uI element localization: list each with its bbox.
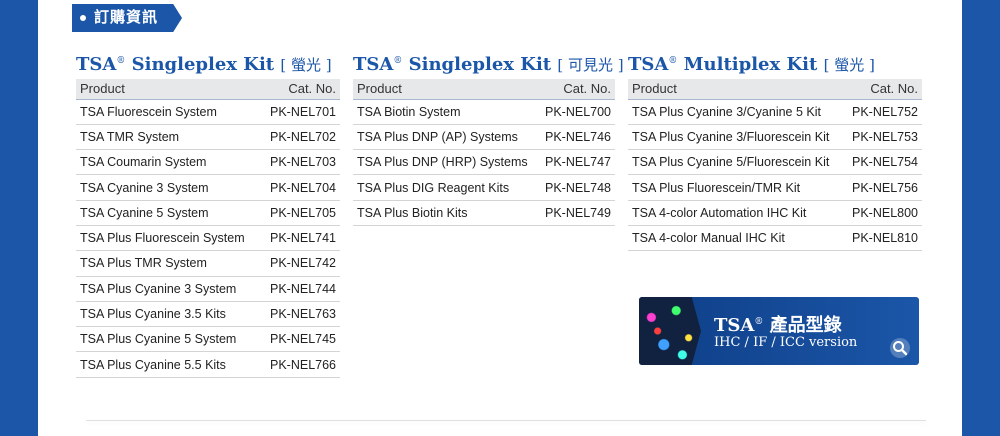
catalog-number: PK-NEL810 bbox=[848, 225, 923, 252]
table-header-row: Product Cat. No. bbox=[353, 79, 616, 100]
header-catno: Cat. No. bbox=[848, 79, 923, 100]
header-product: Product bbox=[628, 79, 848, 100]
catalog-number: PK-NEL766 bbox=[266, 351, 341, 378]
product-name: TSA Plus Fluorescein/TMR Kit bbox=[628, 174, 848, 201]
product-name: TSA 4-color Automation IHC Kit bbox=[628, 200, 848, 226]
product-name: TSA Plus Cyanine 5 System bbox=[76, 326, 266, 353]
product-name: TSA Fluorescein System bbox=[76, 99, 266, 125]
column-singleplex-visible: TSA® Singleplex Kit [ 可見光 ] Product Cat. N… bbox=[353, 48, 624, 226]
catalog-number: PK-NEL705 bbox=[266, 200, 341, 226]
table-row: TSA Plus Cyanine 5.5 Kits PK-NEL766 bbox=[76, 351, 341, 378]
table-row: TSA TMR System PK-NEL702 bbox=[76, 124, 341, 151]
header-product: Product bbox=[76, 79, 266, 100]
table-row: TSA Plus Fluorescein/TMR Kit PK-NEL756 bbox=[628, 174, 923, 201]
product-name: TSA Biotin System bbox=[353, 99, 541, 125]
column-title: TSA® Multiplex Kit [ 螢光 ] bbox=[628, 54, 875, 75]
catalog-number: PK-NEL752 bbox=[848, 99, 923, 125]
catalog-number: PK-NEL763 bbox=[266, 301, 341, 328]
bottom-divider bbox=[86, 420, 926, 421]
product-name: TSA TMR System bbox=[76, 124, 266, 151]
product-name: TSA Plus Cyanine 5.5 Kits bbox=[76, 351, 266, 378]
product-name: TSA Plus Cyanine 5/Fluorescein Kit bbox=[628, 149, 848, 176]
product-name: TSA Plus DIG Reagent Kits bbox=[353, 174, 541, 201]
search-icon[interactable] bbox=[889, 337, 911, 359]
ordering-info-tag: 訂購資訊 bbox=[72, 4, 182, 32]
table-row: TSA Plus Biotin Kits PK-NEL749 bbox=[353, 200, 616, 226]
table-row: TSA Plus Cyanine 3 System PK-NEL744 bbox=[76, 276, 341, 302]
table-row: TSA Plus Fluorescein System PK-NEL741 bbox=[76, 225, 341, 252]
catalog-banner-link[interactable]: TSA® 產品型錄 IHC / IF / ICC version bbox=[639, 297, 919, 365]
table-row: TSA Plus Cyanine 3/Cyanine 5 Kit PK-NEL75… bbox=[628, 99, 923, 125]
table-row: TSA Coumarin System PK-NEL703 bbox=[76, 149, 341, 176]
table-row: TSA Plus DIG Reagent Kits PK-NEL748 bbox=[353, 174, 616, 201]
catalog-number: PK-NEL749 bbox=[541, 200, 616, 226]
catalog-subtitle: IHC / IF / ICC version bbox=[714, 335, 858, 350]
product-name: TSA 4-color Manual IHC Kit bbox=[628, 225, 848, 252]
catalog-number: PK-NEL753 bbox=[848, 124, 923, 151]
catalog-number: PK-NEL754 bbox=[848, 149, 923, 176]
column-title: TSA® Singleplex Kit [ 螢光 ] bbox=[76, 54, 332, 75]
content-panel: 訂購資訊 TSA® Singleplex Kit [ 螢光 ] Product Ca… bbox=[38, 0, 962, 436]
product-name: TSA Plus Fluorescein System bbox=[76, 225, 266, 252]
catalog-title: TSA® 產品型錄 bbox=[714, 315, 842, 336]
table-row: TSA Fluorescein System PK-NEL701 bbox=[76, 99, 341, 125]
product-name: TSA Plus Cyanine 3/Fluorescein Kit bbox=[628, 124, 848, 151]
table-row: TSA Cyanine 5 System PK-NEL705 bbox=[76, 200, 341, 226]
catalog-number: PK-NEL745 bbox=[266, 326, 341, 353]
product-table: Product Cat. No. TSA Biotin System PK-NEL70… bbox=[353, 79, 616, 226]
catalog-number: PK-NEL747 bbox=[541, 149, 616, 176]
product-name: TSA Plus Biotin Kits bbox=[353, 200, 541, 226]
catalog-number: PK-NEL702 bbox=[266, 124, 341, 151]
table-row: TSA 4-color Automation IHC Kit PK-NEL800 bbox=[628, 200, 923, 226]
catalog-number: PK-NEL756 bbox=[848, 174, 923, 201]
catalog-number: PK-NEL800 bbox=[848, 200, 923, 226]
catalog-number: PK-NEL742 bbox=[266, 250, 341, 277]
catalog-number: PK-NEL748 bbox=[541, 174, 616, 201]
catalog-number: PK-NEL704 bbox=[266, 174, 341, 201]
product-name: TSA Cyanine 5 System bbox=[76, 200, 266, 226]
table-row: TSA Plus Cyanine 5 System PK-NEL745 bbox=[76, 326, 341, 353]
product-name: TSA Plus Cyanine 3/Cyanine 5 Kit bbox=[628, 99, 848, 125]
table-row: TSA Plus Cyanine 3/Fluorescein Kit PK-NEL… bbox=[628, 124, 923, 151]
product-name: TSA Plus DNP (AP) Systems bbox=[353, 124, 541, 151]
catalog-number: PK-NEL701 bbox=[266, 99, 341, 125]
table-row: TSA 4-color Manual IHC Kit PK-NEL810 bbox=[628, 225, 923, 252]
column-title: TSA® Singleplex Kit [ 可見光 ] bbox=[353, 54, 624, 75]
catalog-number: PK-NEL741 bbox=[266, 225, 341, 252]
column-singleplex-fluorescent: TSA® Singleplex Kit [ 螢光 ] Product Cat. No… bbox=[76, 48, 341, 378]
header-product: Product bbox=[353, 79, 541, 100]
product-table: Product Cat. No. TSA Plus Cyanine 3/Cyanin… bbox=[628, 79, 923, 252]
product-name: TSA Plus Cyanine 3.5 Kits bbox=[76, 301, 266, 328]
table-row: TSA Biotin System PK-NEL700 bbox=[353, 99, 616, 125]
product-name: TSA Plus DNP (HRP) Systems bbox=[353, 149, 541, 176]
catalog-thumbnail-image bbox=[639, 297, 701, 365]
catalog-number: PK-NEL744 bbox=[266, 276, 341, 302]
catalog-number: PK-NEL700 bbox=[541, 99, 616, 125]
table-row: TSA Cyanine 3 System PK-NEL704 bbox=[76, 174, 341, 201]
product-name: TSA Plus Cyanine 3 System bbox=[76, 276, 266, 302]
header-catno: Cat. No. bbox=[541, 79, 616, 100]
table-row: TSA Plus Cyanine 5/Fluorescein Kit PK-NEL… bbox=[628, 149, 923, 176]
table-row: TSA Plus Cyanine 3.5 Kits PK-NEL763 bbox=[76, 301, 341, 328]
table-row: TSA Plus DNP (HRP) Systems PK-NEL747 bbox=[353, 149, 616, 176]
product-name: TSA Coumarin System bbox=[76, 149, 266, 176]
product-name: TSA Cyanine 3 System bbox=[76, 174, 266, 201]
catalog-number: PK-NEL703 bbox=[266, 149, 341, 176]
header-catno: Cat. No. bbox=[266, 79, 341, 100]
product-name: TSA Plus TMR System bbox=[76, 250, 266, 277]
column-multiplex-fluorescent: TSA® Multiplex Kit [ 螢光 ] Product Cat. No.… bbox=[628, 48, 923, 252]
table-header-row: Product Cat. No. bbox=[76, 79, 341, 100]
table-header-row: Product Cat. No. bbox=[628, 79, 923, 100]
catalog-number: PK-NEL746 bbox=[541, 124, 616, 151]
product-table: Product Cat. No. TSA Fluorescein System PK-… bbox=[76, 79, 341, 378]
table-row: TSA Plus DNP (AP) Systems PK-NEL746 bbox=[353, 124, 616, 151]
table-row: TSA Plus TMR System PK-NEL742 bbox=[76, 250, 341, 277]
